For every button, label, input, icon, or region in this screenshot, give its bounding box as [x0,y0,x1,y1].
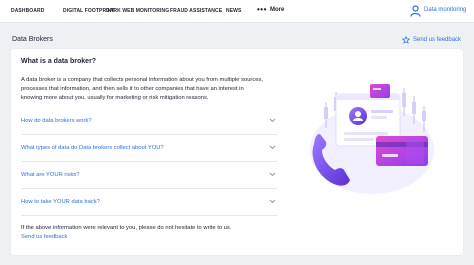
faq-question[interactable]: What are YOUR risks? [21,172,80,178]
more-dots-icon[interactable]: ••• [257,6,267,14]
star-icon[interactable] [402,36,410,44]
nav-item-dark-web-monitoring[interactable]: DARK WEB MONITORING [106,8,169,14]
chevron-down-icon[interactable] [269,172,276,177]
faq-question[interactable]: What types of data do Data brokers colle… [21,145,164,151]
more-menu[interactable]: More [270,7,284,13]
chevron-down-icon[interactable] [269,118,276,123]
card-title: What is a data broker? [21,58,97,65]
intro-text: A data broker is a company that collects… [21,77,263,101]
faq-question[interactable]: How do data brokers work? [21,118,92,124]
faq-item-how-work[interactable]: How do data brokers work? [21,108,277,135]
faq-item-risks[interactable]: What are YOUR risks? [21,162,277,189]
send-feedback-link[interactable]: Send us feedback [413,37,461,43]
nav-item-news[interactable]: NEWS [226,8,241,14]
chevron-down-icon[interactable] [269,145,276,150]
top-navigation: DASHBOARD DIGITAL FOOTPRINT DARK WEB MON… [0,0,474,23]
nav-item-dashboard[interactable]: DASHBOARD [11,8,44,14]
id-card-shape [370,84,390,98]
faq-item-take-back[interactable]: How to take YOUR data back? [21,189,277,216]
credit-card-shape [376,136,428,166]
data-monitoring-link[interactable]: Data monitoring [424,7,466,13]
page-title: Data Brokers [12,36,53,43]
chevron-down-icon[interactable] [269,199,276,204]
send-feedback-link-bottom[interactable]: Send us feedback [21,234,67,240]
faq-question[interactable]: How to take YOUR data back? [21,199,100,205]
faq-item-data-types[interactable]: What types of data do Data brokers colle… [21,135,277,162]
data-broker-illustration [310,84,434,194]
nav-item-fraud-assistance[interactable]: FRAUD ASSISTANCE [170,8,222,14]
person-icon[interactable] [410,5,421,17]
footer-note: If the above information were relevant t… [21,225,232,231]
